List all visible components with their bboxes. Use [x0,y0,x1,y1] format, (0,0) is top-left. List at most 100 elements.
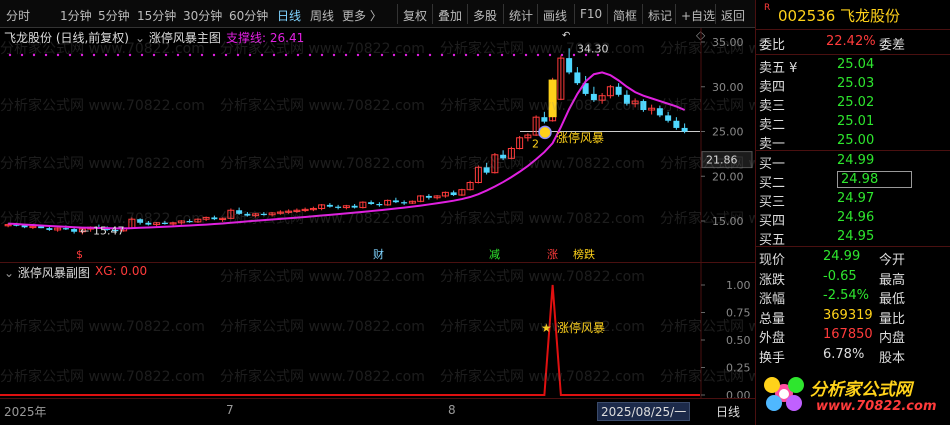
low-price-label: 15.47 [93,224,125,237]
candle-body [62,228,69,230]
toolbar-separator [432,4,433,24]
support-dot [56,53,60,57]
candle-body [425,195,432,198]
bid-price: 24.95 [837,229,875,244]
toolbar-button-4[interactable]: 画线 [543,7,567,24]
period-tab-1[interactable]: 1分钟 [60,7,92,24]
stat-row[interactable]: 涨幅 -2.54% 最低 [759,287,949,307]
ask-row[interactable]: 卖二 25.01 [759,113,949,133]
stat-row[interactable]: 总量 369319 量比 [759,307,949,327]
support-dot [332,53,336,57]
period-tab-0[interactable]: 分时 [6,7,30,24]
stat-row[interactable]: 换手 6.78% 股本 [759,346,949,366]
period-tab-2[interactable]: 5分钟 [98,7,130,24]
star-icon: ★ [541,321,552,335]
stat-label-2: 量比 [879,311,906,327]
toolbar-button-5[interactable]: F10 [580,7,602,21]
logo-url: www.70822.com [816,399,937,414]
support-dot [224,53,228,57]
support-dot [548,53,552,57]
toolbar-button-0[interactable]: 复权 [403,7,427,24]
ask-label: 卖四 [759,80,786,95]
x-label-year: 2025年 [4,405,47,419]
candle-body [615,86,622,95]
support-dot [560,53,564,57]
bid-price: 24.97 [837,191,875,206]
candle-body [376,203,383,206]
support-dot [128,53,132,57]
y-tick-label: 20.00 [712,170,744,183]
support-dot [296,53,300,57]
bid-label: 买三 [759,195,786,210]
signal-label: 涨停风暴 [556,130,604,145]
toolbar-separator [642,4,643,24]
candle-body [186,221,193,223]
period-tab-6[interactable]: 日线 [277,7,301,24]
support-dot [92,53,96,57]
stat-row[interactable]: 外盘 167850 内盘 [759,326,949,346]
toolbar-button-9[interactable]: 返回 [721,7,745,24]
stat-row[interactable]: 现价 24.99 今开 [759,248,949,268]
candle-body [483,167,490,173]
support-dot [428,53,432,57]
candle-body [71,229,78,232]
quote-panel: R 002536 飞龙股份 委比 22.42% 委差 分析家公式网 www.70… [755,0,950,425]
ask-row[interactable]: 卖三 25.02 [759,94,949,114]
support-dot [368,53,372,57]
candle-body [640,101,647,111]
stat-value: 24.99 [823,249,861,264]
stat-row[interactable]: 涨跌 -0.65 最高 [759,268,949,288]
toolbar-separator [467,4,468,24]
candlestick-chart[interactable]: 35.00 30.00 25.00 20.00 15.00 21.86 34.30 ↶ ← 15.… [0,28,755,263]
stat-label-2: 今开 [879,253,906,268]
support-dot [20,53,24,57]
support-dot [248,53,252,57]
stock-header: 002536 飞龙股份 [778,5,900,26]
bid-row[interactable]: 买一 24.99 [759,152,949,172]
xg-signal-chart[interactable]: 1.00 0.75 0.50 0.25 0.00 ★ 涨停风暴 [0,263,755,398]
support-dot [452,53,456,57]
ask-row[interactable]: 卖五 ¥ 25.04 [759,56,949,76]
ask-row[interactable]: 卖一 25.00 [759,132,949,152]
period-label[interactable]: 日线 [716,403,740,420]
stock-code: 002536 [778,7,836,25]
sub-chart-pane[interactable]: ⌄ 涨停风暴副图 XG: 0.00 1.00 0.75 0.50 0.25 0.00 ★ 涨… [0,263,865,398]
toolbar-button-3[interactable]: 统计 [509,7,533,24]
toolbar-separator [503,4,504,24]
candle-body [681,127,688,132]
toolbar-separator [397,4,398,24]
event-marker: 减 [489,248,500,261]
candle-body [392,200,399,203]
toolbar-button-6[interactable]: 简框 [613,7,637,24]
site-logo: 分析家公式网 www.70822.com [756,365,950,425]
candle-body [38,226,45,229]
bid-row[interactable]: 买四 24.96 [759,209,949,229]
bid-row[interactable]: 买二 24.98 [759,171,949,191]
y-tick-label: 0.75 [726,307,751,320]
stat-label-2: 股本 [879,350,906,366]
period-tab-3[interactable]: 15分钟 [137,7,176,24]
event-marker: 涨 [547,248,558,261]
toolbar-button-2[interactable]: 多股 [473,7,497,24]
bid-row[interactable]: 买五 24.95 [759,228,949,248]
period-tab-4[interactable]: 30分钟 [183,7,222,24]
main-chart-pane[interactable]: 飞龙股份 (日线,前复权) ⌄ 涨停风暴主图 支撑线: 26.41 ◇ 35.0… [0,28,865,263]
ask-price: 25.04 [837,57,875,72]
bid-row[interactable]: 买三 24.97 [759,190,949,210]
candle-body [211,217,218,220]
ask-row[interactable]: 卖四 25.03 [759,75,949,95]
y-tick-label: 1.00 [726,279,751,292]
toolbar-button-1[interactable]: 叠加 [438,7,462,24]
period-tab-7[interactable]: 周线 [310,7,334,24]
toolbar-button-8[interactable]: +自选 [681,7,715,24]
candle-body [137,219,144,223]
bid-price: 24.99 [837,153,875,168]
divider [756,29,950,30]
support-dot [200,53,204,57]
period-tab-8[interactable]: 更多 〉 [342,7,382,24]
support-dot [32,53,36,57]
ask-price: 25.02 [837,95,875,110]
toolbar-separator [675,4,676,24]
toolbar-button-7[interactable]: 标记 [648,7,672,24]
period-tab-5[interactable]: 60分钟 [229,7,268,24]
